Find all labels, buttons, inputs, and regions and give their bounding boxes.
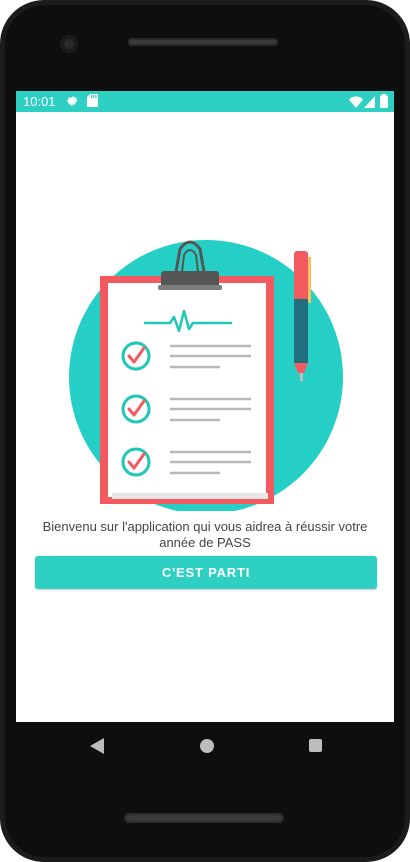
cell-signal-icon — [364, 95, 375, 113]
start-button[interactable]: C'EST PARTI — [35, 556, 377, 589]
settings-icon — [66, 94, 79, 112]
clipboard-illustration — [69, 240, 343, 511]
battery-icon — [380, 94, 388, 113]
app-screen: 10:01 Bienvenu sur l'application qui vou… — [16, 91, 394, 722]
wifi-icon — [349, 95, 363, 113]
top-speaker — [128, 38, 278, 46]
back-icon[interactable] — [90, 738, 104, 759]
front-camera — [60, 35, 78, 53]
home-icon[interactable] — [200, 739, 214, 753]
bottom-speaker — [124, 813, 284, 823]
sd-card-icon — [87, 94, 98, 112]
navigation-bar — [16, 722, 394, 770]
welcome-text: Bienvenu sur l'application qui vous aidr… — [42, 519, 368, 550]
status-time: 10:01 — [23, 94, 56, 109]
device-frame: 10:01 Bienvenu sur l'application qui vou… — [0, 0, 410, 862]
recents-icon[interactable] — [309, 739, 322, 752]
status-bar: 10:01 — [16, 91, 394, 112]
